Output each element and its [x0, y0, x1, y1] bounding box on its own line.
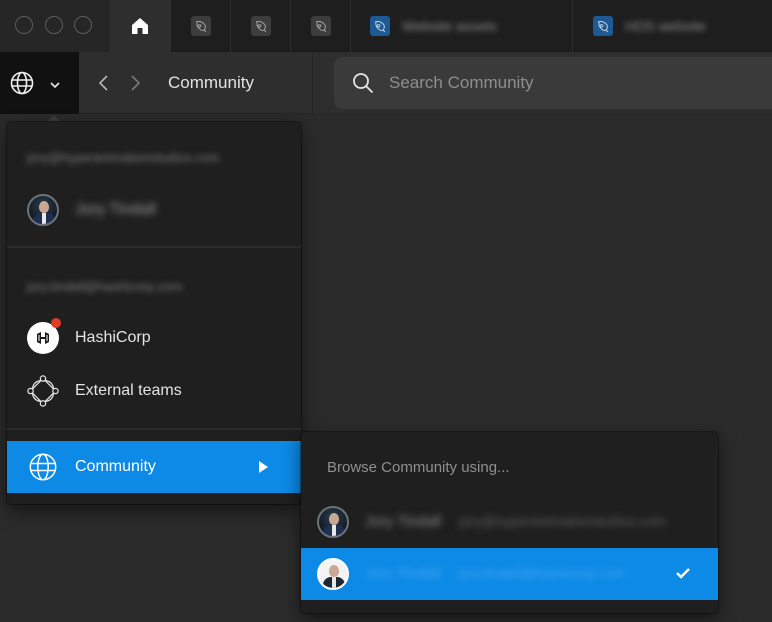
- figma-file-icon: [250, 16, 271, 36]
- close-window-button[interactable]: [15, 16, 33, 34]
- account-menu: jory@hyperanimationstudios.com Jory Tind…: [7, 122, 301, 504]
- checkmark-icon: [676, 568, 690, 579]
- home-icon: [132, 18, 148, 34]
- account-email: jory@hyperanimationstudios.com: [27, 150, 220, 165]
- figma-file-icon: [190, 16, 211, 36]
- notification-dot: [51, 318, 61, 328]
- chevron-left-icon[interactable]: [97, 74, 111, 92]
- menu-item-community[interactable]: Community: [7, 441, 301, 493]
- globe-icon: [10, 71, 34, 95]
- option-name: Jory Tindall: [365, 513, 441, 530]
- menu-item-external-teams[interactable]: External teams: [7, 365, 301, 417]
- menu-item-hashicorp[interactable]: HashiCorp: [7, 312, 301, 364]
- avatar: [27, 194, 59, 226]
- submenu-title: Browse Community using...: [327, 459, 510, 476]
- tab-title: HDS website: [625, 18, 706, 34]
- avatar: [317, 506, 349, 538]
- tab-file-1[interactable]: [170, 0, 230, 52]
- option-name: Jory Tindall: [365, 565, 441, 582]
- navigation-bar: Community: [0, 52, 772, 114]
- account-email: jory.tindall@hashicorp.com: [27, 279, 183, 294]
- account-switcher-button[interactable]: [0, 52, 79, 114]
- submenu-arrow-icon: [259, 461, 268, 473]
- option-email: jory.tindall@hashicorp.com: [459, 565, 627, 581]
- team-label: HashiCorp: [75, 329, 151, 346]
- chevron-down-icon: [50, 82, 60, 89]
- tab-home[interactable]: [110, 0, 170, 52]
- breadcrumb: Community: [168, 73, 254, 92]
- community-label: Community: [75, 458, 156, 475]
- search-icon: [353, 73, 373, 93]
- divider: [312, 52, 313, 114]
- figma-file-icon: [593, 16, 613, 36]
- tab-file-3[interactable]: [290, 0, 350, 52]
- zoom-window-button[interactable]: [74, 16, 92, 34]
- hashicorp-logo-icon: [27, 318, 61, 354]
- globe-icon: [29, 453, 57, 481]
- tab-file-5[interactable]: HDS website: [572, 0, 772, 52]
- user-name: Jory Tindall: [75, 201, 156, 218]
- community-submenu: Browse Community using... Jory Tindall j…: [301, 432, 718, 613]
- search-input[interactable]: [389, 57, 769, 109]
- figma-file-icon: [370, 16, 390, 36]
- browse-as-option-selected[interactable]: Jory Tindall jory.tindall@hashicorp.com: [301, 548, 718, 600]
- menu-pointer: [48, 115, 60, 121]
- divider: [7, 428, 301, 430]
- search-bar[interactable]: [334, 57, 772, 109]
- figma-file-icon: [310, 16, 331, 36]
- avatar: [317, 558, 349, 590]
- menu-item-user-account[interactable]: Jory Tindall: [7, 184, 301, 236]
- option-email: jory@hyperanimationstudios.com: [459, 513, 667, 529]
- tab-title: Website assets: [402, 18, 497, 34]
- browse-as-option[interactable]: Jory Tindall jory@hyperanimationstudios.…: [301, 496, 718, 548]
- tab-bar: Website assets HDS website: [0, 0, 772, 52]
- minimize-window-button[interactable]: [45, 16, 63, 34]
- tab-file-4[interactable]: Website assets: [350, 0, 572, 52]
- tab-file-2[interactable]: [230, 0, 290, 52]
- external-teams-icon: [27, 375, 59, 407]
- window-controls: [0, 0, 110, 52]
- divider: [7, 246, 301, 248]
- chevron-right-icon[interactable]: [128, 74, 142, 92]
- team-label: External teams: [75, 382, 182, 399]
